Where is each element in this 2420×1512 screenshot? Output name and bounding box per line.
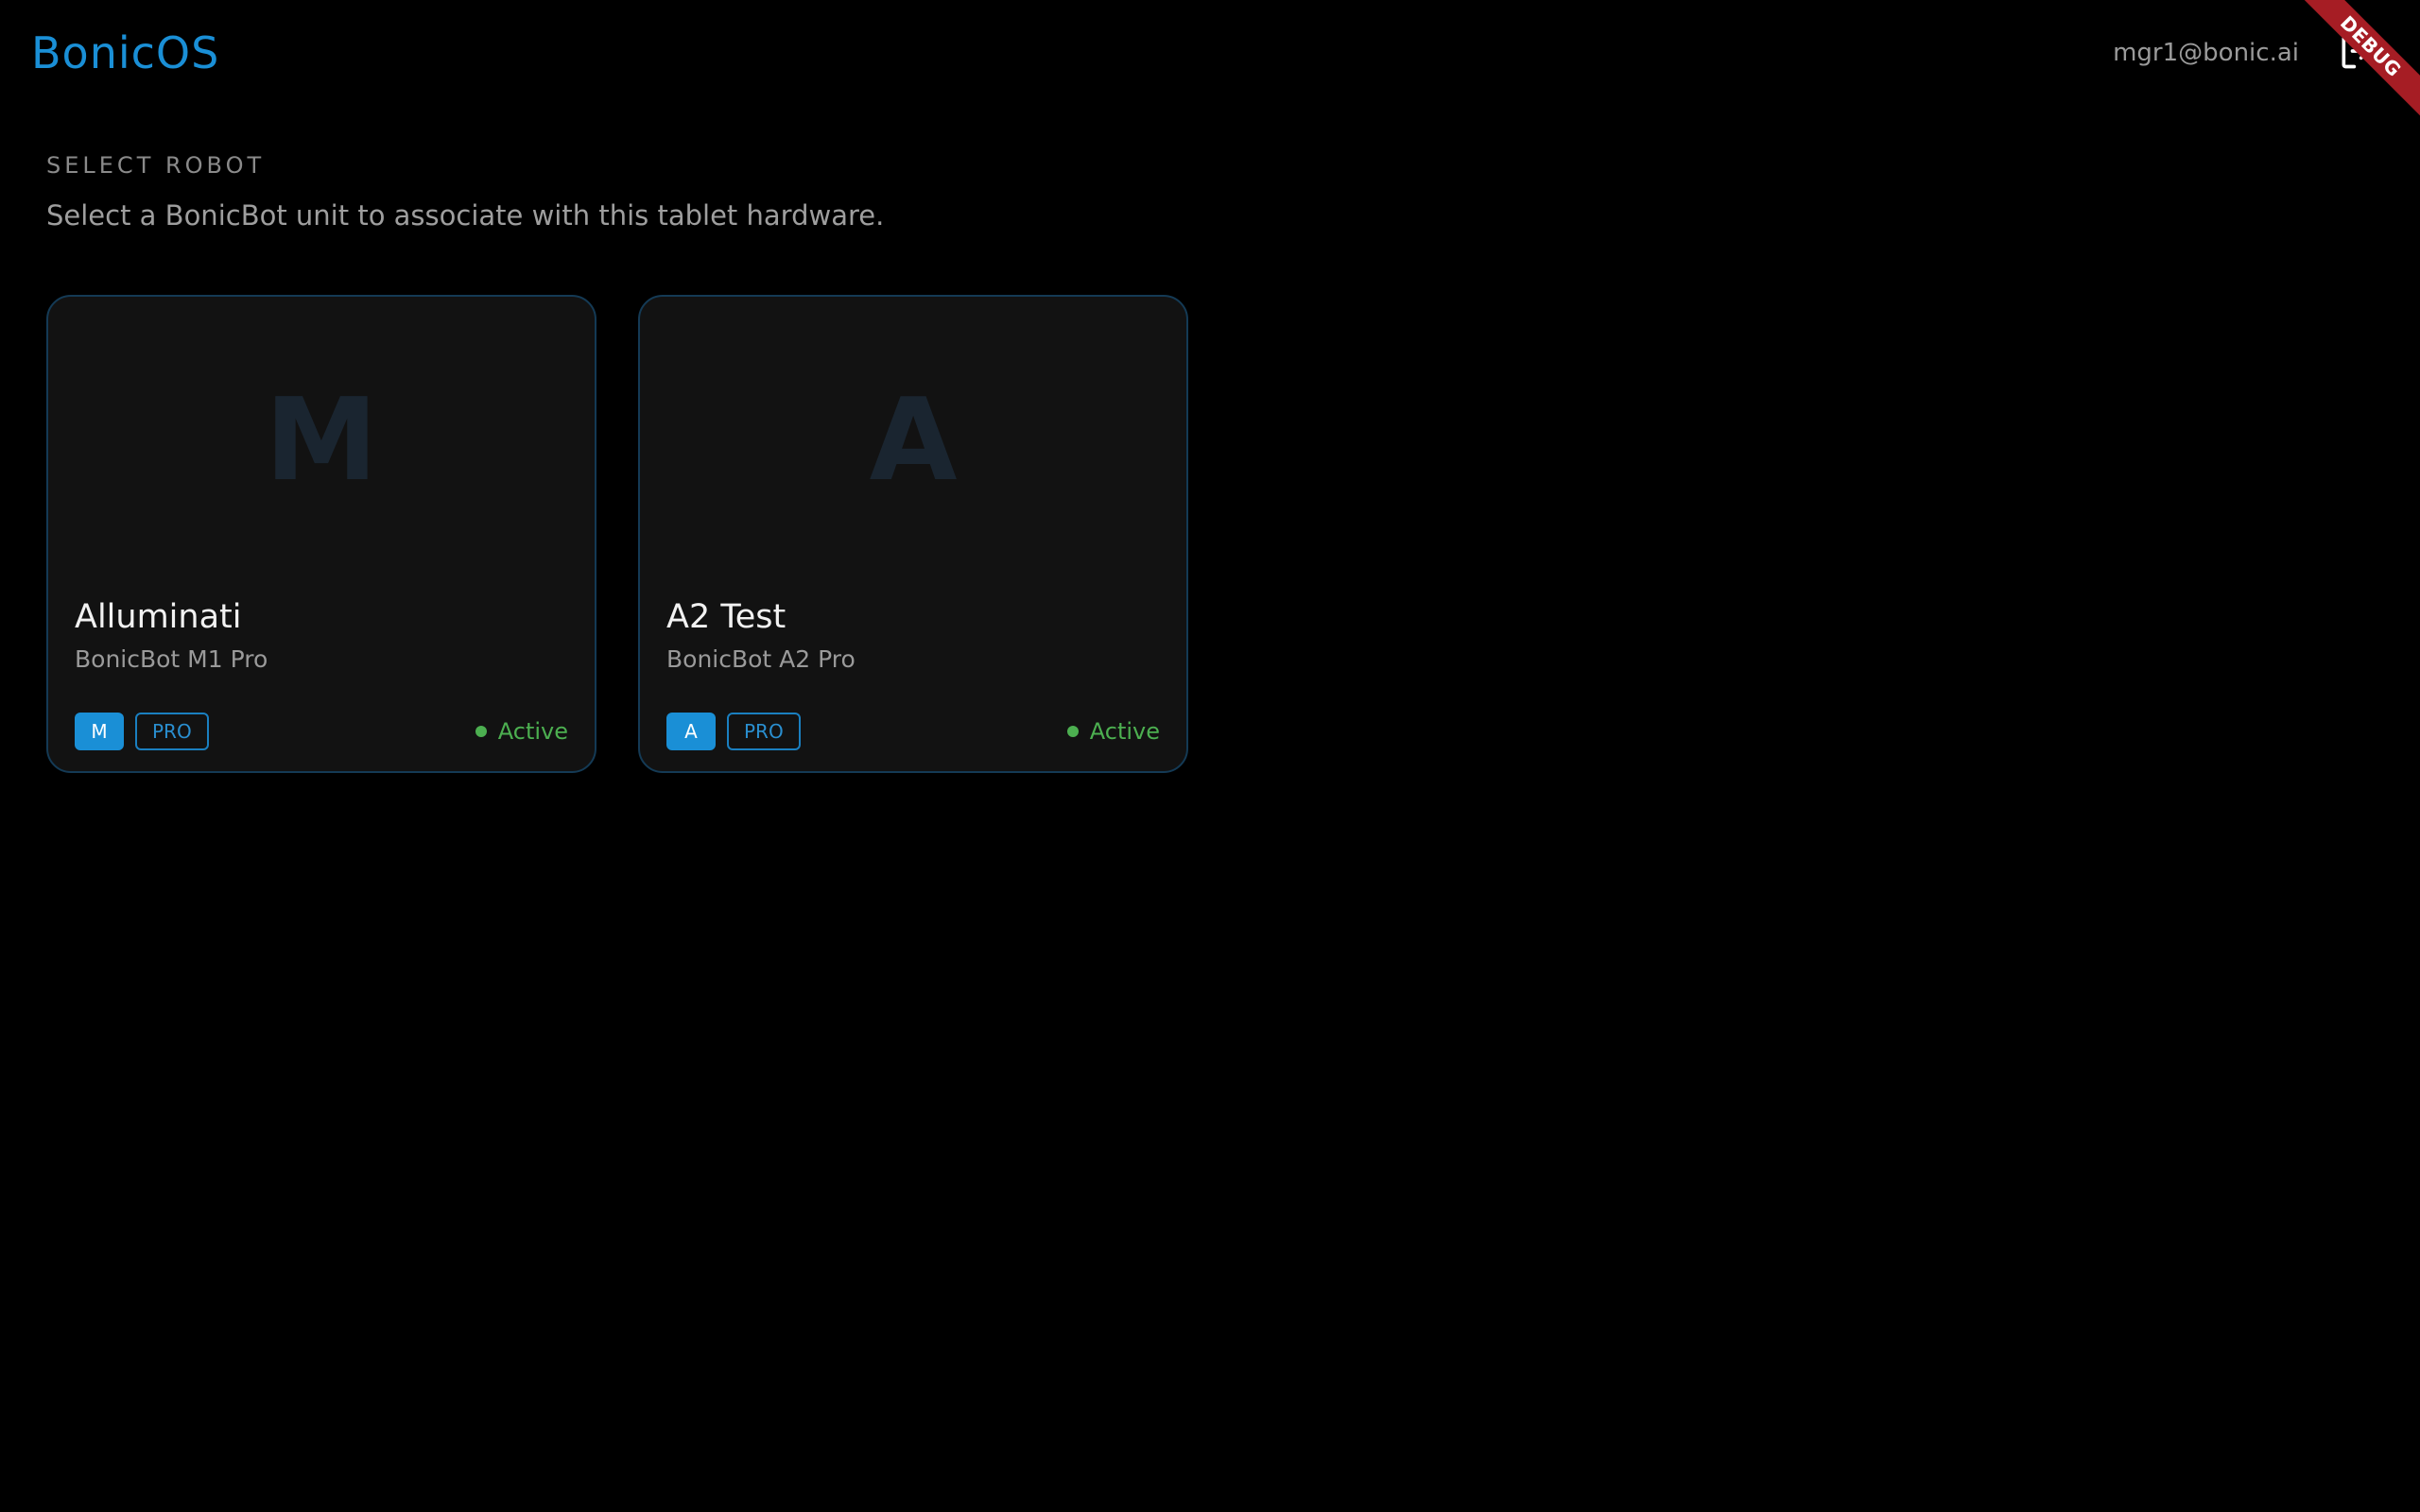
robot-card-alluminati[interactable]: M Alluminati BonicBot M1 Pro M PRO Activ… [46,295,596,773]
robot-name: A2 Test [666,598,786,636]
robot-status: Active [475,713,568,750]
app-logo: BonicOS [31,27,220,78]
robot-initial-watermark: A [869,375,958,507]
series-badge: A [666,713,716,750]
robot-badges: M PRO [75,713,209,750]
robot-name: Alluminati [75,598,242,636]
tier-badge: PRO [727,713,801,750]
series-badge: M [75,713,124,750]
user-email: mgr1@bonic.ai [2113,39,2299,67]
status-dot-icon [475,726,487,737]
top-bar: BonicOS mgr1@bonic.ai [0,0,2420,106]
robot-model: BonicBot M1 Pro [75,645,268,673]
status-label: Active [497,718,568,745]
robot-model: BonicBot A2 Pro [666,645,856,673]
app-window: BonicOS mgr1@bonic.ai DEBUG SELECT ROBOT… [0,0,2420,1512]
section-title: SELECT ROBOT [46,152,266,179]
robot-badges: A PRO [666,713,801,750]
status-label: Active [1089,718,1160,745]
robot-card-a2-test[interactable]: A A2 Test BonicBot A2 Pro A PRO Active [638,295,1188,773]
robot-initial-watermark: M [265,375,378,507]
status-dot-icon [1066,726,1079,737]
section-description: Select a BonicBot unit to associate with… [46,199,885,232]
tier-badge: PRO [135,713,209,750]
robot-status: Active [1066,713,1160,750]
